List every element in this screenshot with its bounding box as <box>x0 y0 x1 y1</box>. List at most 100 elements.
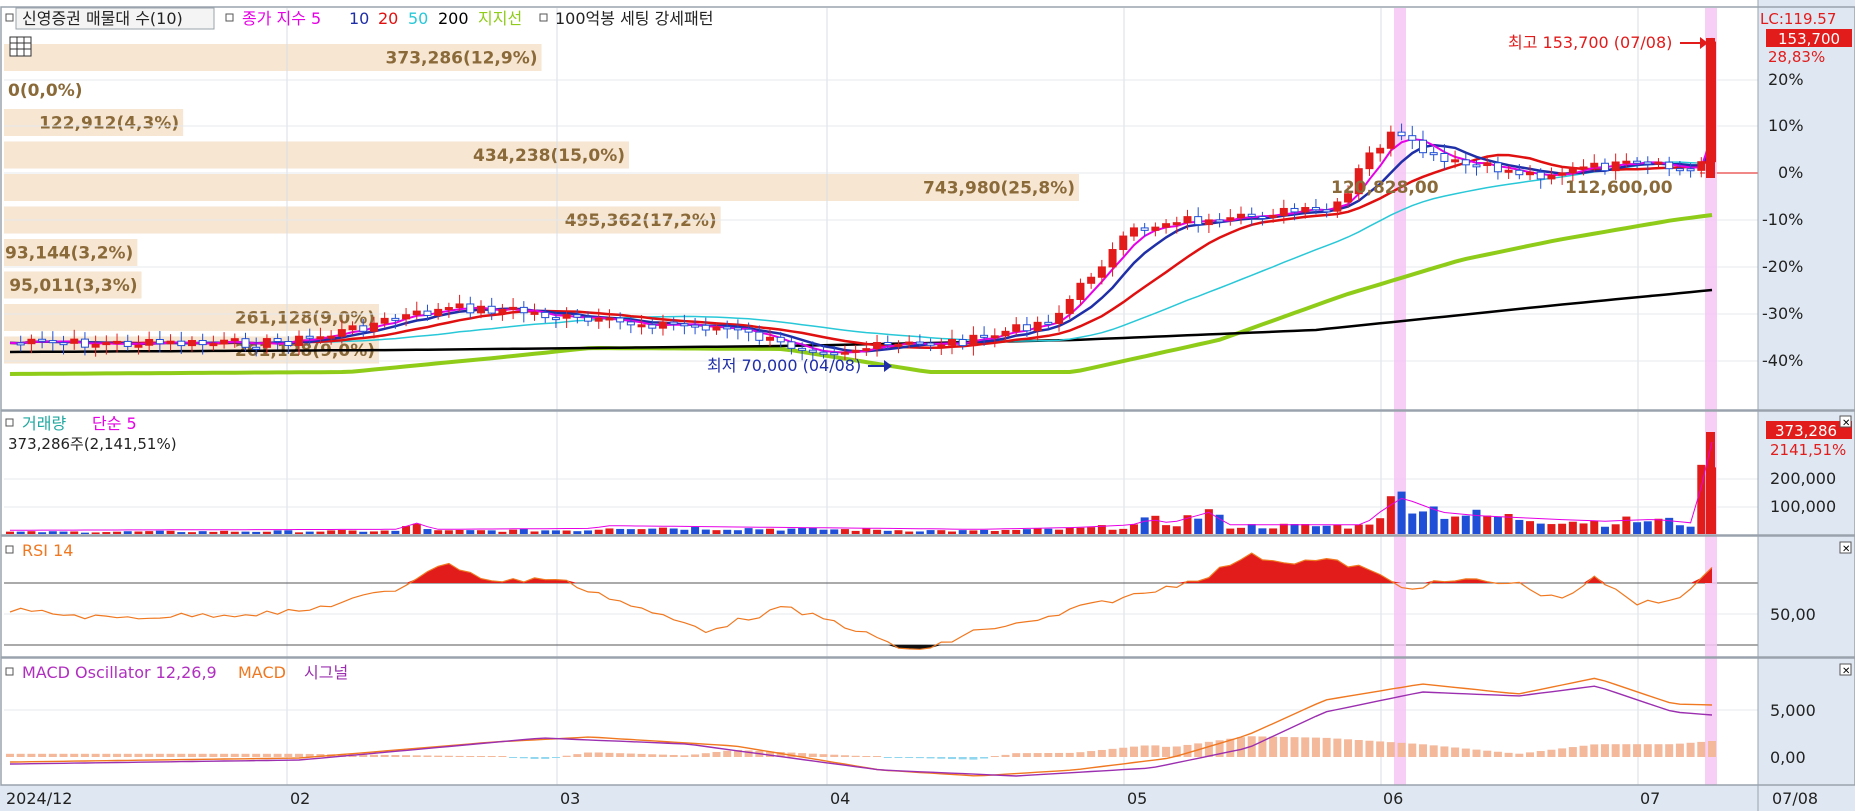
square-marker-icon[interactable] <box>539 13 548 22</box>
rsi-legend[interactable]: RSI 14 <box>22 541 73 560</box>
pattern-highlight-band <box>1394 8 1406 785</box>
macd-oscillator-bar <box>1611 744 1620 757</box>
macd-oscillator-bar <box>1301 737 1310 757</box>
macd-oscillator-bar <box>1076 752 1085 757</box>
grid-icon[interactable] <box>9 36 32 57</box>
macd-oscillator-bar <box>1140 745 1149 757</box>
square-marker-icon[interactable] <box>5 667 14 676</box>
candle-body <box>70 338 79 344</box>
volume-legend-title[interactable]: 거래량 <box>22 414 66 433</box>
volume-info: 373,286주(2,141,51%) <box>8 435 177 453</box>
volume-bar <box>1493 516 1502 534</box>
candle-body <box>230 338 239 342</box>
macd-oscillator-bar <box>1633 744 1642 757</box>
close-icon[interactable]: ✕ <box>1839 541 1852 555</box>
macd-oscillator-bar <box>1322 737 1331 757</box>
macd-oscillator-bar <box>369 754 378 757</box>
macd-oscillator-bar <box>980 757 989 759</box>
candle-body <box>348 325 357 331</box>
volume-legend-ma[interactable]: 단순 5 <box>92 414 137 433</box>
ma-legend-title[interactable]: 종가 지수 5 <box>242 9 321 28</box>
candle-body <box>1033 321 1042 332</box>
macd-legend[interactable]: MACD <box>238 663 286 682</box>
pattern-legend[interactable]: 100억봉 세팅 강세패턴 <box>555 9 713 28</box>
macd-oscillator-bar <box>380 754 389 757</box>
candle-body <box>476 305 485 314</box>
support-legend[interactable]: 지지선 <box>478 9 522 28</box>
volume-bar <box>1440 518 1449 534</box>
square-marker-icon[interactable] <box>5 13 14 22</box>
square-marker-icon[interactable] <box>5 545 14 554</box>
candle-body <box>1065 298 1074 314</box>
candle-body <box>316 336 325 340</box>
high-price-label: 최고 153,700 (07/08) <box>1508 33 1672 52</box>
volume-bar <box>102 532 111 534</box>
ma20-legend[interactable]: 20 <box>378 9 398 28</box>
candle-body <box>873 341 882 350</box>
macd-oscillator-bar <box>1483 750 1492 757</box>
macd-oscillator-bar <box>155 753 164 757</box>
macd-oscillator-bar <box>1290 737 1299 757</box>
volume-bar <box>1536 523 1545 534</box>
ma200-legend[interactable]: 200 <box>438 9 469 28</box>
macd-oscillator-bar <box>1022 753 1031 757</box>
volume-bar <box>70 531 79 534</box>
macd-oscillator-bar <box>102 753 111 757</box>
volume-bar <box>1129 524 1138 534</box>
volume-profile-label: 434,238(15,0%) <box>473 146 625 166</box>
macd-oscillator-bar <box>1365 740 1374 757</box>
volume-profile-label: 743,980(25,8%) <box>923 179 1075 199</box>
macd-oscillator-bar <box>594 752 603 757</box>
stock-chart-canvas[interactable]: 373,286(12,9%) 0(0,0%) 122,912(4,3%) 434,23… <box>0 0 1855 811</box>
volume-bar <box>348 530 357 534</box>
volume-bar <box>947 531 956 534</box>
macd-oscillator-bar <box>466 756 475 757</box>
candle-body <box>1172 222 1181 226</box>
candle-body <box>1012 324 1021 332</box>
macd-oscillator-bar <box>840 755 849 757</box>
macd-oscillator-bar <box>6 753 14 757</box>
signal-legend[interactable]: 시그널 <box>304 663 348 682</box>
chart-background <box>0 0 1855 811</box>
macd-oscillator-bar <box>1033 753 1042 757</box>
square-marker-icon[interactable] <box>225 13 234 22</box>
macd-oscillator-bar <box>1418 744 1427 757</box>
macd-oscillator-bar <box>1204 741 1213 757</box>
candle-body <box>926 342 935 346</box>
macd-oscillator-bar <box>1408 743 1417 757</box>
macd-oscillator-bar <box>1536 751 1545 757</box>
macd-oscillator-bar <box>808 753 817 757</box>
volume-bar <box>519 529 528 534</box>
date-label: 06 <box>1383 789 1403 808</box>
volume-bar <box>551 530 560 534</box>
volume-profile-legend[interactable]: 신영증권 매물대 수(10) <box>22 9 183 28</box>
candle-body <box>509 306 518 310</box>
macd-oscillator-bar <box>1600 744 1609 757</box>
macd-oscillator-bar <box>883 757 892 758</box>
ma10-legend[interactable]: 10 <box>349 9 369 28</box>
macd-oscillator-bar <box>1568 747 1577 757</box>
volume-bar <box>755 529 764 534</box>
candle-body <box>241 338 250 348</box>
price-legend: 신영증권 매물대 수(10) 종가 지수 5 10 20 50 200 지지선 … <box>5 7 713 30</box>
candle-body <box>123 340 132 347</box>
macd-oscillator-bar <box>177 753 186 757</box>
macd-oscillator-bar <box>80 753 89 757</box>
macd-osc-legend[interactable]: MACD Oscillator 12,26,9 <box>22 663 217 682</box>
close-icon[interactable]: ✕ <box>1839 663 1852 677</box>
macd-oscillator-bar <box>1590 744 1599 757</box>
candle-body <box>658 321 667 329</box>
volume-bar <box>1461 515 1470 534</box>
volume-profile-label: 0(0,0%) <box>8 81 83 101</box>
candle-body <box>1526 171 1535 176</box>
volume-bar <box>1301 524 1310 534</box>
close-icon[interactable]: ✕ <box>1839 415 1852 429</box>
macd-oscillator-bar <box>1451 747 1460 757</box>
macd-oscillator-bar <box>1129 746 1138 757</box>
volume-bar <box>38 532 47 534</box>
candle-body <box>883 341 892 346</box>
volume-bar <box>209 531 218 534</box>
candle-body <box>1451 159 1460 163</box>
ma50-legend[interactable]: 50 <box>408 9 428 28</box>
square-marker-icon[interactable] <box>5 418 14 427</box>
